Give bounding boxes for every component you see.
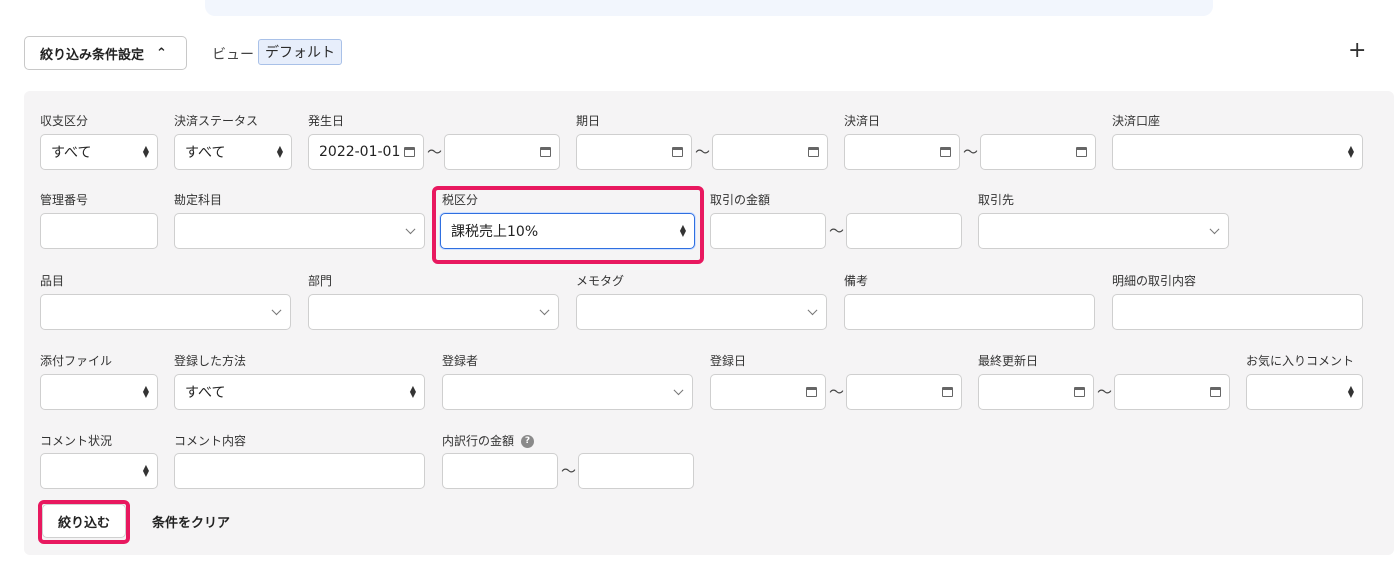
calendar-icon[interactable]	[404, 147, 415, 157]
label-favorite-comment: お気に入りコメント	[1246, 354, 1355, 368]
partner-select[interactable]	[978, 213, 1229, 249]
select-arrows-icon: ▲ ▼	[409, 384, 416, 399]
chevron-down-icon	[807, 305, 818, 316]
label-due-date: 期日	[576, 114, 601, 128]
transaction-amount-from-input[interactable]	[710, 213, 826, 249]
due-date-to-input[interactable]	[712, 134, 828, 170]
label-attachment: 添付ファイル	[40, 354, 113, 368]
select-arrows-icon: ▲ ▼	[1347, 384, 1354, 399]
calendar-icon[interactable]	[1210, 387, 1221, 397]
label-settlement-status: 決済ステータス	[174, 114, 259, 128]
label-partner: 取引先	[978, 193, 1015, 207]
label-department: 部門	[308, 274, 333, 288]
calendar-icon[interactable]	[1074, 387, 1085, 397]
label-comment-content: コメント内容	[174, 434, 247, 448]
department-select[interactable]	[308, 294, 559, 330]
last-updated-to-input[interactable]	[1114, 374, 1230, 410]
label-issue-date: 発生日	[308, 114, 345, 128]
chevron-down-icon	[539, 305, 550, 316]
registration-date-from-input[interactable]	[710, 374, 826, 410]
apply-filter-button[interactable]: 絞り込む	[42, 504, 126, 538]
range-separator: 〜	[561, 462, 577, 480]
calendar-icon[interactable]	[1076, 147, 1087, 157]
issue-date-to-input[interactable]	[444, 134, 560, 170]
filter-toggle-button[interactable]: 絞り込み条件設定 ⌃	[24, 36, 187, 70]
due-date-from-input[interactable]	[576, 134, 692, 170]
memo-tag-select[interactable]	[576, 294, 827, 330]
range-separator: 〜	[829, 222, 845, 240]
breakdown-amount-to-input[interactable]	[578, 453, 694, 489]
label-income-type: 収支区分	[40, 114, 89, 128]
chevron-down-icon	[673, 385, 684, 396]
chevron-down-icon	[1209, 224, 1220, 235]
last-updated-from-input[interactable]	[978, 374, 1094, 410]
select-arrows-icon: ▲ ▼	[142, 463, 149, 478]
registrant-select[interactable]	[442, 374, 693, 410]
label-account-item: 勘定科目	[174, 193, 223, 207]
registration-date-to-input[interactable]	[846, 374, 962, 410]
chevron-down-icon	[405, 224, 416, 235]
favorite-comment-select[interactable]: ▲ ▼	[1246, 374, 1363, 410]
filter-toggle-label: 絞り込み条件設定	[40, 47, 145, 63]
range-separator: 〜	[829, 383, 845, 401]
select-arrows-icon: ▲ ▼	[679, 223, 686, 238]
management-no-input[interactable]	[40, 213, 158, 249]
range-separator: 〜	[427, 143, 443, 161]
label-settlement-date: 決済日	[844, 114, 881, 128]
calendar-icon[interactable]	[540, 147, 551, 157]
calendar-icon[interactable]	[672, 147, 683, 157]
label-registration-date: 登録日	[710, 354, 747, 368]
calendar-icon[interactable]	[806, 387, 817, 397]
item-select[interactable]	[40, 294, 291, 330]
label-registration-method: 登録した方法	[174, 354, 247, 368]
transaction-amount-to-input[interactable]	[846, 213, 962, 249]
registration-method-select[interactable]: すべて ▲ ▼	[174, 374, 425, 410]
select-arrows-icon: ▲ ▼	[1347, 144, 1354, 159]
select-arrows-icon: ▲ ▼	[142, 144, 149, 159]
select-arrows-icon: ▲ ▼	[276, 144, 283, 159]
clear-conditions-button[interactable]: 条件をクリア	[152, 512, 230, 531]
remarks-input[interactable]	[844, 294, 1095, 330]
settlement-account-select[interactable]: ▲ ▼	[1112, 134, 1363, 170]
range-separator: 〜	[695, 143, 711, 161]
calendar-icon[interactable]	[940, 147, 951, 157]
detail-description-input[interactable]	[1112, 294, 1363, 330]
range-separator: 〜	[1097, 383, 1113, 401]
add-icon[interactable]: +	[1348, 40, 1366, 62]
tax-category-select[interactable]: 課税売上10% ▲ ▼	[440, 213, 695, 249]
help-icon[interactable]: ?	[521, 435, 534, 448]
range-separator: 〜	[963, 143, 979, 161]
attachment-select[interactable]: ▲ ▼	[40, 374, 158, 410]
label-settlement-account: 決済口座	[1112, 114, 1161, 128]
label-item: 品目	[40, 274, 65, 288]
chevron-up-icon: ⌃	[156, 45, 167, 61]
label-comment-status: コメント状況	[40, 434, 113, 448]
select-arrows-icon: ▲ ▼	[142, 384, 149, 399]
comment-content-input[interactable]	[174, 453, 425, 489]
view-label: ビュー	[212, 47, 254, 63]
settlement-date-to-input[interactable]	[980, 134, 1096, 170]
chevron-down-icon	[271, 305, 282, 316]
income-type-select[interactable]: すべて ▲ ▼	[40, 134, 158, 170]
label-tax-category: 税区分	[442, 193, 479, 207]
account-item-select[interactable]	[174, 213, 425, 249]
top-banner	[205, 0, 1213, 16]
breakdown-amount-from-input[interactable]	[442, 453, 558, 489]
label-management-no: 管理番号	[40, 193, 89, 207]
issue-date-from-input[interactable]: 2022-01-01	[308, 134, 424, 170]
settlement-date-from-input[interactable]	[844, 134, 960, 170]
label-last-updated: 最終更新日	[978, 354, 1039, 368]
view-default-chip[interactable]: デフォルト	[258, 39, 342, 65]
calendar-icon[interactable]	[808, 147, 819, 157]
settlement-status-select[interactable]: すべて ▲ ▼	[174, 134, 292, 170]
calendar-icon[interactable]	[942, 387, 953, 397]
label-breakdown-amount: 内訳行の金額	[442, 434, 515, 448]
label-remarks: 備考	[844, 274, 869, 288]
comment-status-select[interactable]: ▲ ▼	[40, 453, 158, 489]
label-transaction-amount: 取引の金額	[710, 193, 771, 207]
label-registrant: 登録者	[442, 354, 479, 368]
label-detail-description: 明細の取引内容	[1112, 274, 1197, 288]
label-memo-tag: メモタグ	[576, 274, 625, 288]
